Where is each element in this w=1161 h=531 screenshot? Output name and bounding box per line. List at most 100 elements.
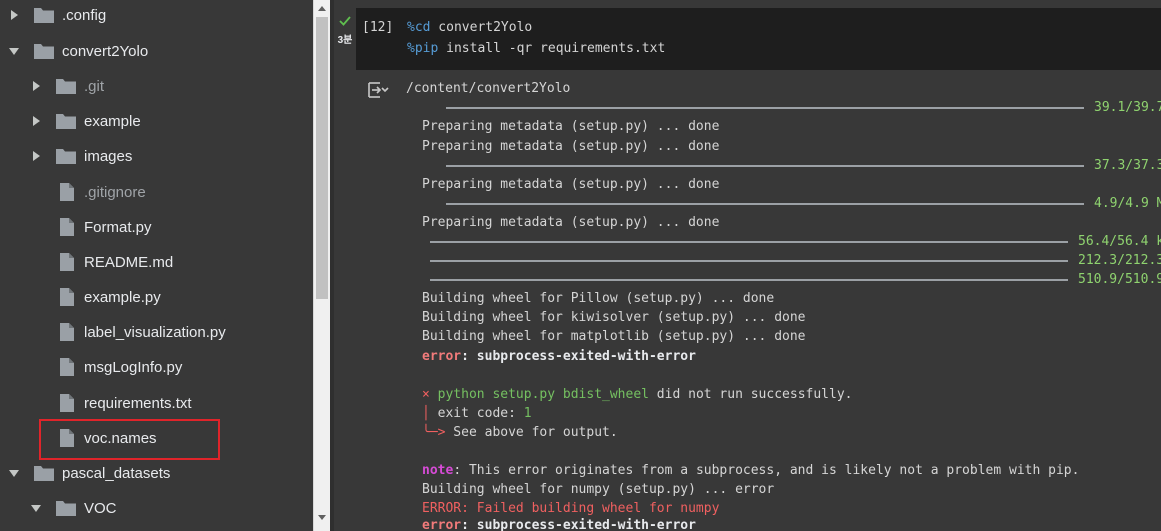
code-text: install -qr requirements.txt — [438, 41, 666, 56]
scroll-thumb[interactable] — [316, 17, 328, 299]
see-above-line: ╰─> See above for output. — [422, 425, 618, 441]
progress-value: 212.3/212.3 — [1078, 253, 1161, 268]
tree-item-config[interactable]: .config — [0, 0, 313, 33]
scroll-down-arrow-icon[interactable] — [314, 509, 330, 525]
cell-run-time: 3분 — [337, 35, 353, 46]
code-cell-editor[interactable]: [12] %cd convert2Yolo %pip install -qr r… — [356, 8, 1161, 70]
cell-run-status[interactable] — [334, 14, 356, 32]
error-detail-line: × python setup.py bdist_wheel did not ru… — [422, 387, 852, 403]
sidebar-scrollbar[interactable] — [313, 0, 330, 531]
chevron-right-icon[interactable] — [29, 79, 43, 93]
tree-item-label: .config — [62, 7, 107, 24]
tree-item-label: README.md — [84, 254, 174, 271]
tree-item-gitignore[interactable]: .gitignore — [0, 175, 313, 210]
output-line: Preparing metadata (setup.py) ... done — [422, 215, 720, 230]
tree-item-label: example.py — [84, 289, 161, 306]
output-line: Building wheel for Pillow (setup.py) ...… — [422, 291, 775, 306]
progress-bar — [430, 241, 1068, 243]
chevron-down-icon[interactable] — [29, 501, 43, 515]
tree-item-label: label_visualization.py — [84, 324, 226, 341]
progress-bar — [446, 107, 1084, 109]
error-line: error: subprocess-exited-with-error — [422, 518, 696, 531]
tree-item-label: VOC — [84, 500, 117, 517]
code-text: convert2Yolo — [430, 20, 533, 35]
scroll-up-arrow-icon[interactable] — [314, 0, 330, 16]
file-icon — [55, 427, 79, 449]
file-icon — [55, 251, 79, 273]
code-line-2[interactable]: %pip install -qr requirements.txt — [407, 41, 665, 56]
output-line: Building wheel for kiwisolver (setup.py)… — [422, 310, 806, 325]
output-toggle-icon[interactable] — [366, 80, 390, 105]
tree-item-images[interactable]: images — [0, 139, 313, 174]
exit-code-line: │ exit code: 1 — [422, 406, 532, 422]
progress-value: 4.9/4.9 M — [1094, 196, 1161, 211]
progress-value: 39.1/39.7 — [1094, 100, 1161, 115]
error-x-icon: × — [422, 387, 430, 402]
folder-icon — [54, 145, 78, 167]
output-line: Preparing metadata (setup.py) ... done — [422, 139, 720, 154]
output-line: Building wheel for numpy (setup.py) ... … — [422, 482, 775, 497]
file-icon — [55, 356, 79, 378]
tree-item-voc-names[interactable]: voc.names — [0, 421, 313, 456]
file-icon — [55, 286, 79, 308]
tree-item-convert2yolo[interactable]: convert2Yolo — [0, 34, 313, 69]
tree-item-label: images — [84, 148, 133, 165]
file-icon — [55, 216, 79, 238]
file-icon — [55, 181, 79, 203]
progress-bar — [430, 260, 1068, 262]
error-detail-text: did not run successfully. — [648, 387, 853, 402]
output-line: Preparing metadata (setup.py) ... done — [422, 119, 720, 134]
exit-code-value: 1 — [523, 406, 532, 421]
tree-item-msgloginfo-py[interactable]: msgLogInfo.py — [0, 350, 313, 385]
chevron-right-icon[interactable] — [29, 149, 43, 163]
tree-arrow: ╰─> — [422, 425, 446, 440]
chevron-right-icon[interactable] — [7, 8, 21, 22]
tree-item-example-py[interactable]: example.py — [0, 280, 313, 315]
error-message: : subprocess-exited-with-error — [461, 518, 696, 531]
tree-item-label: convert2Yolo — [62, 43, 149, 60]
progress-bar — [446, 165, 1084, 167]
tree-item-label: msgLogInfo.py — [84, 359, 183, 376]
tree-pipe: │ — [422, 406, 430, 421]
progress-bar — [430, 279, 1068, 281]
error-line: ERROR: Failed building wheel for numpy — [422, 501, 720, 516]
file-icon — [55, 321, 79, 343]
tree-item-readme-md[interactable]: README.md — [0, 245, 313, 280]
folder-icon — [54, 75, 78, 97]
tree-item-label: pascal_datasets — [62, 465, 171, 482]
note-label: note — [422, 463, 454, 478]
file-icon — [55, 392, 79, 414]
folder-icon — [32, 4, 56, 26]
see-above-text: See above for output. — [445, 425, 618, 440]
folder-icon — [54, 497, 78, 519]
progress-bar — [446, 203, 1084, 205]
progress-value: 510.9/510.9 — [1078, 272, 1161, 287]
output-cwd: /content/convert2Yolo — [406, 81, 571, 96]
note-message: : This error originates from a subproces… — [453, 463, 1080, 478]
folder-icon — [32, 40, 56, 62]
tree-item-voc[interactable]: VOC — [0, 491, 313, 526]
error-label: error — [422, 349, 462, 364]
progress-value: 56.4/56.4 k — [1078, 234, 1161, 249]
tree-item-label: example — [84, 113, 141, 130]
progress-value: 37.3/37.3 — [1094, 158, 1161, 173]
tree-item-format-py[interactable]: Format.py — [0, 210, 313, 245]
chevron-down-icon[interactable] — [7, 44, 21, 58]
file-browser: .config convert2Yolo .git example images .git… — [0, 0, 313, 531]
exit-code-label: exit code: — [429, 406, 524, 421]
chevron-right-icon[interactable] — [29, 114, 43, 128]
tree-item-requirements-txt[interactable]: requirements.txt — [0, 386, 313, 421]
magic-command: %pip — [407, 41, 439, 56]
tree-item-label-visualization-py[interactable]: label_visualization.py — [0, 315, 313, 350]
error-label: error — [422, 518, 462, 531]
tree-item-example[interactable]: example — [0, 104, 313, 139]
tree-item-git[interactable]: .git — [0, 69, 313, 104]
note-line: note: This error originates from a subpr… — [422, 463, 1079, 479]
output-line: Building wheel for matplotlib (setup.py)… — [422, 329, 806, 344]
tree-item-label: Format.py — [84, 219, 152, 236]
notebook-area: 3분 [12] %cd convert2Yolo %pip install -q… — [334, 0, 1161, 531]
folder-icon — [54, 110, 78, 132]
tree-item-pascal-datasets[interactable]: pascal_datasets — [0, 456, 313, 491]
chevron-down-icon[interactable] — [7, 466, 21, 480]
code-line-1[interactable]: %cd convert2Yolo — [407, 20, 532, 35]
